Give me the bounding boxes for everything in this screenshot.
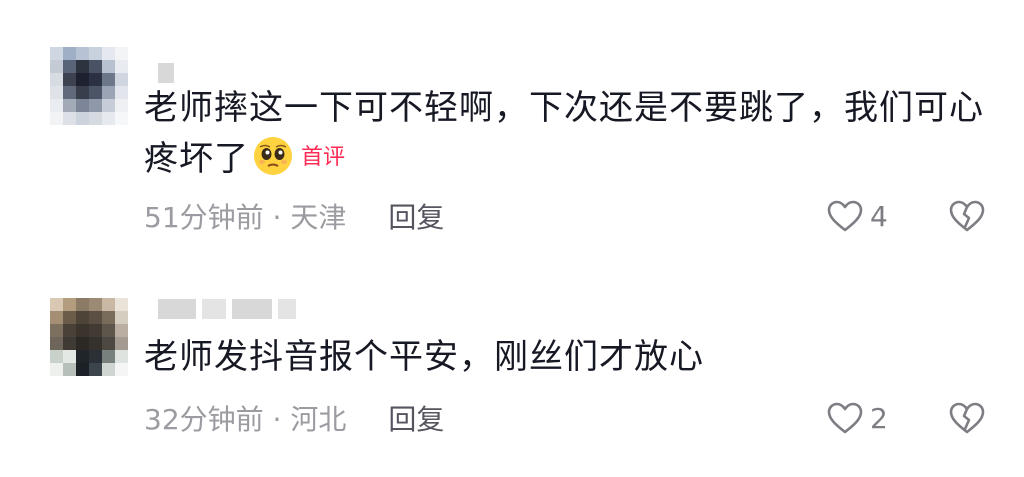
comment-list: 老师摔这一下可不轻啊，下次还是不要跳了，我们可心疼坏了 首评 51分钟前 · 天… — [0, 0, 1024, 477]
broken-heart-icon — [949, 200, 985, 232]
comment-text: 老师摔这一下可不轻啊，下次还是不要跳了，我们可心疼坏了 首评 — [144, 83, 994, 184]
comment-meta: 51分钟前 · 天津 回复 — [144, 196, 444, 236]
avatar[interactable] — [50, 47, 128, 125]
like-button[interactable]: 2 — [826, 398, 888, 438]
comment-item: 老师发抖音报个平安，刚丝们才放心 32分钟前 · 河北 回复 2 — [0, 250, 1024, 477]
dislike-button[interactable] — [946, 196, 988, 236]
reply-button[interactable]: 回复 — [388, 398, 444, 438]
comment-time-location: 32分钟前 · 河北 — [144, 403, 347, 436]
username-blurred[interactable] — [158, 62, 174, 84]
username-blurred[interactable] — [158, 298, 296, 320]
dislike-button[interactable] — [946, 398, 988, 438]
reply-button[interactable]: 回复 — [388, 196, 444, 236]
avatar[interactable] — [50, 298, 128, 376]
like-count: 2 — [870, 401, 888, 435]
comment-time-location: 51分钟前 · 天津 — [144, 201, 347, 234]
comment-item: 老师摔这一下可不轻啊，下次还是不要跳了，我们可心疼坏了 首评 51分钟前 · 天… — [0, 0, 1024, 250]
comment-meta: 32分钟前 · 河北 回复 — [144, 398, 444, 438]
heart-outline-icon — [827, 200, 863, 232]
broken-heart-icon — [949, 402, 985, 434]
comment-text: 老师发抖音报个平安，刚丝们才放心 — [144, 332, 994, 382]
heart-outline-icon — [827, 402, 863, 434]
first-comment-badge: 首评 — [301, 145, 346, 170]
like-button[interactable]: 4 — [826, 196, 888, 236]
pleading-face-icon — [254, 137, 292, 175]
like-count: 4 — [870, 199, 888, 233]
comment-body: 老师发抖音报个平安，刚丝们才放心 — [144, 337, 704, 377]
